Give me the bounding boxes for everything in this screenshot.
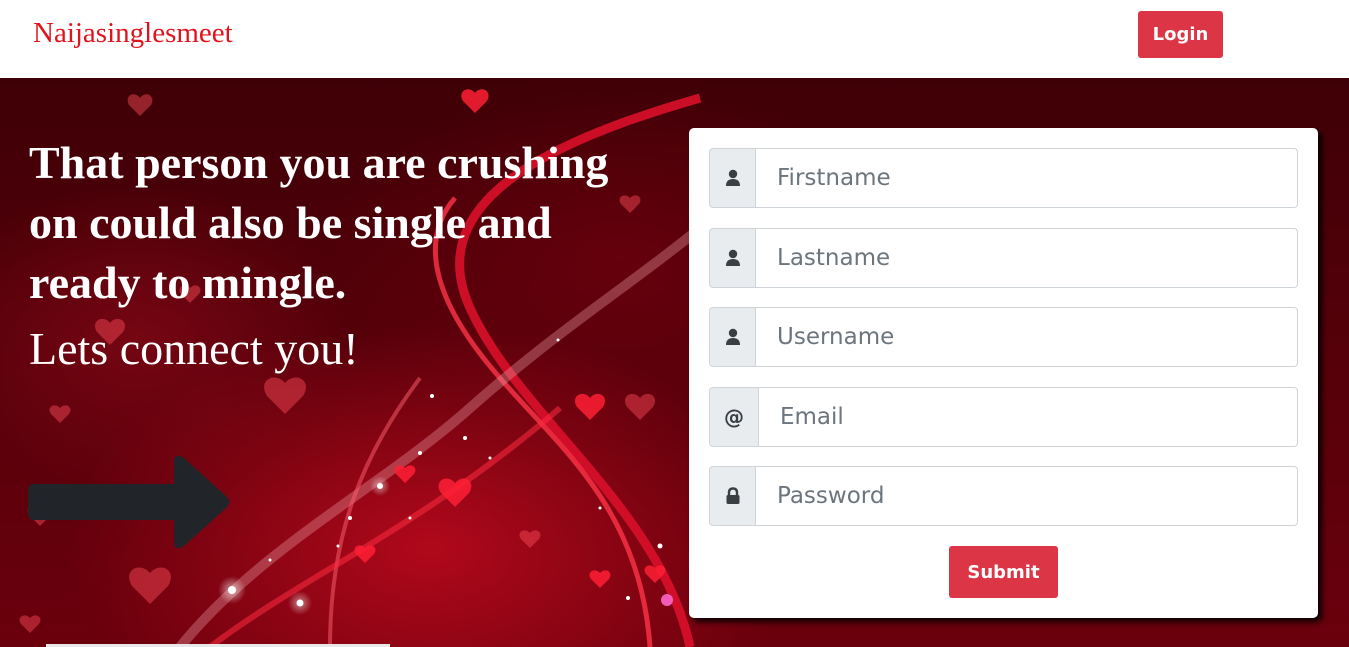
at-icon: @ xyxy=(709,387,758,447)
username-input[interactable] xyxy=(755,307,1298,367)
user-icon xyxy=(709,148,755,208)
password-input[interactable] xyxy=(755,466,1298,526)
right-arrow-icon xyxy=(28,455,230,549)
brand-logo-link[interactable]: Naijasinglesmeet xyxy=(33,17,233,50)
hero-headline: That person you are crushing on could al… xyxy=(29,137,609,308)
firstname-input[interactable] xyxy=(755,148,1298,208)
username-field-group xyxy=(709,307,1298,367)
hero-section: That person you are crushing on could al… xyxy=(0,78,1349,647)
email-input[interactable] xyxy=(758,387,1298,447)
navbar: Naijasinglesmeet Login xyxy=(0,0,1349,78)
user-icon xyxy=(709,228,755,288)
lock-icon xyxy=(709,466,755,526)
password-field-group xyxy=(709,466,1298,526)
lastname-field-group xyxy=(709,228,1298,288)
submit-button[interactable]: Submit xyxy=(949,546,1058,598)
hero-subline: Lets connect you! xyxy=(29,323,359,374)
login-button[interactable]: Login xyxy=(1138,11,1223,58)
signup-form: @ Submit xyxy=(689,128,1318,618)
email-field-group: @ xyxy=(709,387,1298,447)
user-icon xyxy=(709,307,755,367)
firstname-field-group xyxy=(709,148,1298,208)
lastname-input[interactable] xyxy=(755,228,1298,288)
